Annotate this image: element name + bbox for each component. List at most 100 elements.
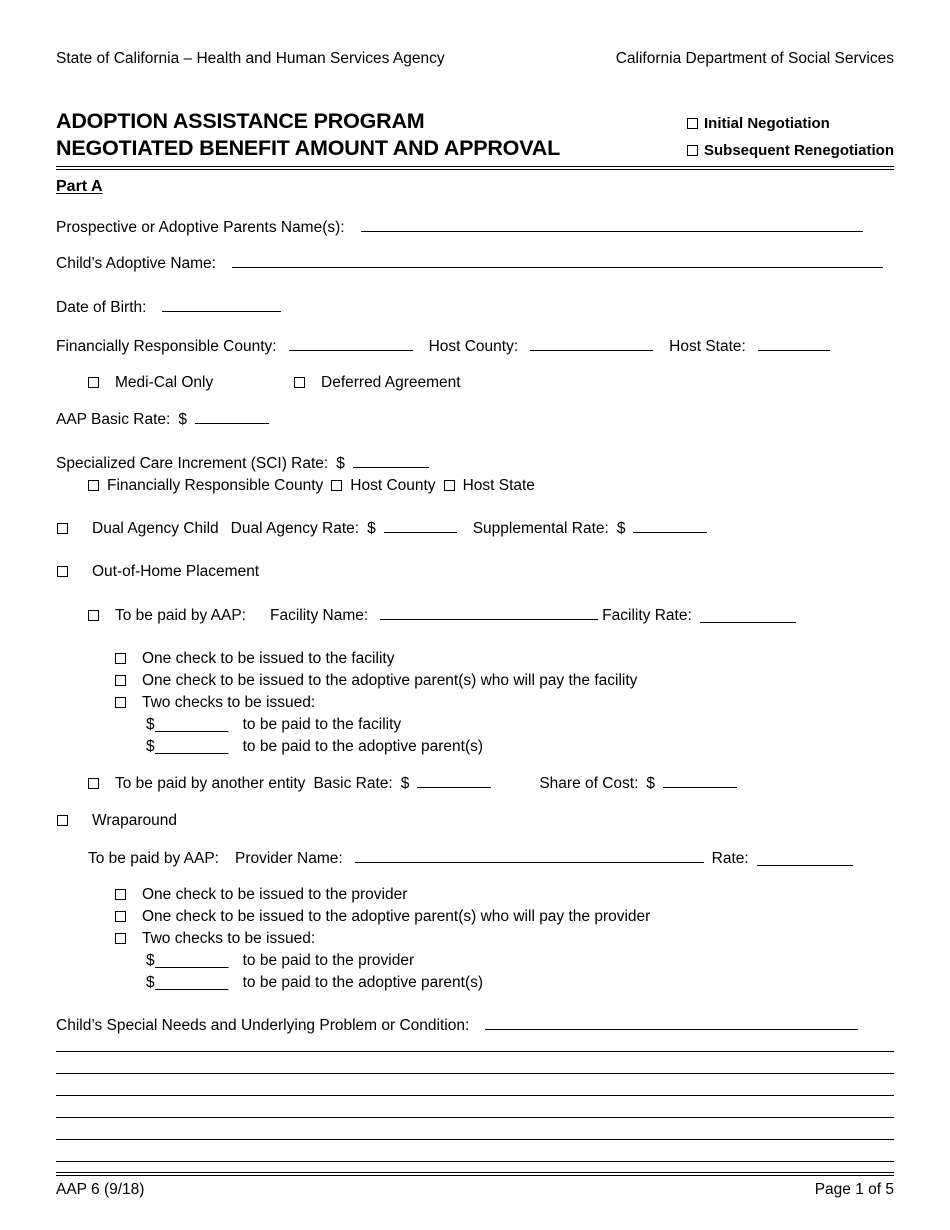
label-dual-agency-child: Dual Agency Child	[92, 520, 219, 537]
checkbox-medi-cal-only[interactable]	[88, 377, 99, 388]
input-aap-basic-rate[interactable]	[194, 411, 269, 424]
label-wraparound: Wraparound	[92, 812, 178, 829]
label-provider-one-check-provider: One check to be issued to the provider	[142, 886, 408, 903]
checkbox-provider-one-check-parents[interactable]	[115, 911, 126, 922]
label-host-county: Host County:	[428, 338, 519, 355]
option-facility-one-check-facility[interactable]: One check to be issued to the facility	[115, 649, 394, 668]
label-provider-two-checks: Two checks to be issued:	[142, 930, 316, 947]
input-financially-responsible-county[interactable]	[288, 338, 413, 351]
label-facility-one-check-parents: One check to be issued to the adoptive p…	[142, 672, 638, 689]
label-provider-name: Provider Name:	[234, 850, 343, 867]
option-initial-negotiation[interactable]: Initial Negotiation	[686, 110, 894, 137]
label-wraparound-paid-by-aap: To be paid by AAP:	[88, 850, 219, 867]
input-facility-name[interactable]	[380, 607, 599, 620]
label-facility-rate: Facility Rate:	[602, 607, 692, 624]
option-provider-one-check-parents[interactable]: One check to be issued to the adoptive p…	[115, 907, 650, 926]
special-needs-ruled-line-1[interactable]	[56, 1051, 894, 1052]
option-out-of-home-placement[interactable]: Out-of-Home Placement	[57, 562, 259, 581]
field-county-row: Financially Responsible County: Host Cou…	[56, 337, 830, 356]
special-needs-ruled-line-4[interactable]	[56, 1117, 894, 1118]
input-wraparound-rate[interactable]: ____________	[757, 849, 853, 868]
input-child-adoptive-name[interactable]	[231, 255, 883, 268]
input-entity-basic-rate[interactable]	[417, 775, 492, 788]
checkbox-wraparound[interactable]	[57, 815, 68, 826]
label-provider-split-parents: to be paid to the adoptive parent(s)	[242, 974, 484, 991]
input-parents-name[interactable]	[360, 219, 863, 232]
field-wraparound-paid-by-aap: To be paid by AAP: Provider Name: Rate: …	[88, 849, 853, 868]
form-title-line2: NEGOTIATED BENEFIT AMOUNT AND APPROVAL	[56, 136, 561, 160]
checkbox-facility-two-checks[interactable]	[115, 697, 126, 708]
checkbox-initial-negotiation[interactable]	[686, 118, 698, 129]
input-facility-rate[interactable]: ____________	[700, 606, 796, 625]
option-facility-two-checks[interactable]: Two checks to be issued:	[115, 693, 315, 712]
label-parents-name: Prospective or Adoptive Parents Name(s):	[56, 219, 345, 236]
input-facility-split-facility[interactable]: _________	[155, 715, 235, 734]
input-provider-split-provider[interactable]: _________	[155, 951, 235, 970]
label-out-of-home-placement: Out-of-Home Placement	[92, 563, 260, 580]
checkbox-paid-by-another-entity[interactable]	[88, 778, 99, 789]
label-sci-host-state: Host State	[462, 477, 535, 494]
option-deferred-agreement[interactable]: Deferred Agreement	[294, 373, 461, 392]
option-facility-one-check-parents[interactable]: One check to be issued to the adoptive p…	[115, 671, 637, 690]
checkbox-sci-host-county[interactable]	[331, 480, 343, 491]
input-special-needs[interactable]	[485, 1017, 859, 1030]
special-needs-ruled-line-6[interactable]	[56, 1161, 894, 1162]
label-sci-financially-responsible-county: Financially Responsible County	[107, 477, 324, 494]
option-medi-cal-only[interactable]: Medi-Cal Only	[88, 373, 213, 392]
label-facility-paid-by-aap: To be paid by AAP:	[115, 607, 246, 624]
input-supplemental-rate[interactable]	[633, 520, 708, 533]
input-provider-name[interactable]	[354, 850, 704, 863]
form-title-line1: ADOPTION ASSISTANCE PROGRAM	[56, 109, 425, 133]
field-special-needs: Child’s Special Needs and Underlying Pro…	[56, 1016, 859, 1035]
checkbox-provider-two-checks[interactable]	[115, 933, 126, 944]
field-parents-name: Prospective or Adoptive Parents Name(s):	[56, 218, 863, 237]
checkbox-out-of-home-placement[interactable]	[57, 566, 68, 577]
label-paid-by-another-entity: To be paid by another entity	[115, 775, 306, 792]
label-date-of-birth: Date of Birth:	[56, 299, 147, 316]
checkbox-sci-host-state[interactable]	[443, 480, 455, 491]
agency-left-label: State of California – Health and Human S…	[56, 50, 445, 67]
input-provider-split-parents[interactable]: _________	[155, 973, 235, 992]
input-share-of-cost[interactable]	[663, 775, 738, 788]
checkbox-dual-agency-child[interactable]	[57, 523, 68, 534]
special-needs-ruled-line-3[interactable]	[56, 1095, 894, 1096]
label-entity-basic-rate: Basic Rate:	[313, 775, 393, 792]
field-facility-paid-by-aap: To be paid by AAP: Facility Name: Facili…	[88, 606, 796, 625]
input-dual-agency-rate[interactable]	[383, 520, 457, 533]
label-host-state: Host State:	[669, 338, 746, 355]
field-sci-rate: Specialized Care Increment (SCI) Rate: $	[56, 454, 429, 473]
field-facility-split-facility: $ _________ to be paid to the facility	[146, 715, 401, 734]
checkbox-deferred-agreement[interactable]	[294, 377, 305, 388]
label-aap-basic-rate: AAP Basic Rate:	[56, 411, 171, 428]
special-needs-ruled-line-5[interactable]	[56, 1139, 894, 1140]
label-financially-responsible-county: Financially Responsible County:	[56, 338, 277, 355]
dollar-sign-sci-rate: $	[336, 455, 345, 472]
field-provider-split-parents: $ _________ to be paid to the adoptive p…	[146, 973, 483, 992]
option-provider-one-check-provider[interactable]: One check to be issued to the provider	[115, 885, 407, 904]
checkbox-sci-financially-responsible-county[interactable]	[88, 480, 99, 491]
special-needs-ruled-line-2[interactable]	[56, 1073, 894, 1074]
input-host-state[interactable]	[757, 338, 830, 351]
checkbox-provider-one-check-provider[interactable]	[115, 889, 126, 900]
agency-right-label: California Department of Social Services	[615, 50, 894, 67]
input-date-of-birth[interactable]	[162, 299, 282, 312]
checkbox-facility-one-check-facility[interactable]	[115, 653, 126, 664]
label-child-adoptive-name: Child’s Adoptive Name:	[56, 255, 216, 272]
option-provider-two-checks[interactable]: Two checks to be issued:	[115, 929, 315, 948]
option-wraparound[interactable]: Wraparound	[57, 811, 177, 830]
form-page: State of California – Health and Human S…	[0, 0, 950, 1230]
field-child-adoptive-name: Child’s Adoptive Name:	[56, 254, 883, 273]
input-facility-split-parents[interactable]: _________	[155, 737, 235, 756]
field-date-of-birth: Date of Birth:	[56, 298, 282, 317]
dollar-sign-dual-agency-rate: $	[367, 520, 376, 537]
checkbox-subsequent-renegotiation[interactable]	[686, 145, 698, 156]
input-host-county[interactable]	[530, 338, 654, 351]
option-subsequent-renegotiation[interactable]: Subsequent Renegotiation	[686, 137, 894, 164]
label-facility-two-checks: Two checks to be issued:	[142, 694, 316, 711]
checkbox-facility-paid-by-aap[interactable]	[88, 610, 99, 621]
dollar-sign-entity-basic-rate: $	[400, 775, 410, 792]
checkbox-facility-one-check-parents[interactable]	[115, 675, 126, 686]
field-facility-split-parents: $ _________ to be paid to the adoptive p…	[146, 737, 483, 756]
dollar-sign-provider-split-parents: $	[146, 974, 155, 991]
input-sci-rate[interactable]	[352, 455, 429, 468]
